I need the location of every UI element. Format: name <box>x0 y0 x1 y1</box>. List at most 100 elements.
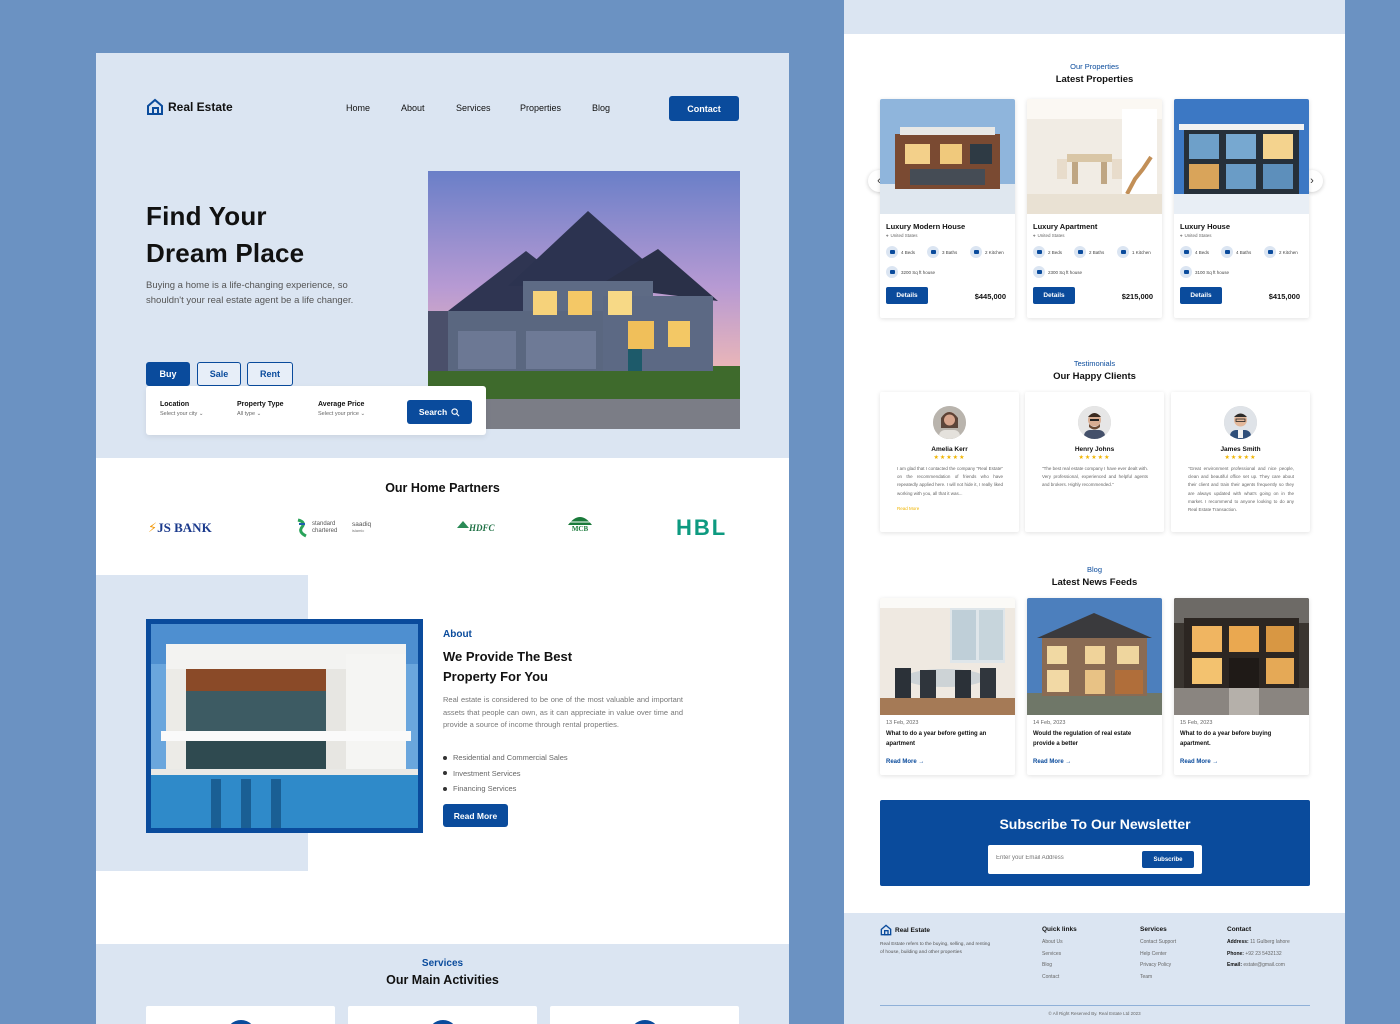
blog-card[interactable]: 14 Feb, 2023 Would the regulation of rea… <box>1027 598 1162 775</box>
bath-icon <box>1074 246 1086 258</box>
footer-brand[interactable]: Real Estate <box>880 924 930 936</box>
blog-date: 13 Feb, 2023 <box>886 720 919 726</box>
property-image <box>1027 99 1162 214</box>
nav-services[interactable]: Services <box>456 103 491 113</box>
blog-card[interactable]: 13 Feb, 2023 What to do a year before ge… <box>880 598 1015 775</box>
search-icon <box>451 407 460 416</box>
service-card[interactable] <box>550 1006 739 1024</box>
property-type-label: Property Type <box>237 401 284 408</box>
kitchen-feature: 2 Kitchen <box>1264 246 1298 258</box>
footer-link[interactable]: About Us <box>1042 939 1077 951</box>
property-card[interactable]: Luxury House ⌖ United States 4 Beds 4 Bat… <box>1174 99 1309 318</box>
blog-title: Would the regulation of real estate prov… <box>1033 731 1132 747</box>
about-read-more-button[interactable]: Read More <box>443 804 508 827</box>
hbl-label: HBL <box>676 515 728 540</box>
phone-value: +92 23 5432132 <box>1245 950 1282 957</box>
location-pin-icon: ⌖ <box>1033 233 1036 238</box>
email-value[interactable]: estate@gmail.com <box>1243 962 1284 968</box>
blog-kicker: Blog <box>1086 565 1102 574</box>
phone-label: Phone: <box>1227 950 1244 957</box>
service-card[interactable] <box>348 1006 537 1024</box>
baths-label: 2 Baths <box>1089 249 1105 255</box>
blog-card[interactable]: 15 Feb, 2023 What to do a year before bu… <box>1174 598 1309 775</box>
details-button[interactable]: Details <box>1033 287 1075 304</box>
blog-title: What to do a year before getting an apar… <box>886 731 987 747</box>
testimonial-text: "Great environment professional and nice… <box>1188 466 1294 513</box>
footer-link[interactable]: Contact <box>1042 974 1077 986</box>
testimonial-text: "The best real estate company I have eve… <box>1042 466 1148 488</box>
footer-link[interactable]: Privacy Policy <box>1140 962 1176 974</box>
blog-date: 15 Feb, 2023 <box>1180 720 1213 726</box>
landing-page-continued: Our Properties Latest Properties ‹ › Lux… <box>844 0 1345 1024</box>
bed-icon <box>1180 246 1192 258</box>
blog-read-more-link[interactable]: Read More → <box>1033 759 1071 765</box>
newsletter-form: Subscribe <box>988 845 1202 874</box>
footer-email: Email: estate@gmail.com <box>1227 962 1290 974</box>
footer-link[interactable]: Services <box>1042 951 1077 963</box>
nav-properties[interactable]: Properties <box>520 103 561 113</box>
blog-title: Latest News Feeds <box>1051 577 1138 588</box>
nav-about[interactable]: About <box>401 103 425 113</box>
tab-sale[interactable]: Sale <box>197 362 241 386</box>
kitchen-label: 2 Kitchen <box>985 249 1004 255</box>
property-card[interactable]: Luxury Apartment ⌖ United States 2 Beds 2… <box>1027 99 1162 318</box>
copyright-icon: © <box>1048 1011 1052 1016</box>
kitchen-feature: 2 Kitchen <box>970 246 1004 258</box>
nav-blog[interactable]: Blog <box>592 103 610 113</box>
blog-read-more-label: Read More <box>1180 759 1211 765</box>
about-text: Real estate is considered to be one of t… <box>443 695 683 729</box>
newsletter-email-input[interactable] <box>996 855 1136 861</box>
blog-read-more-link[interactable]: Read More → <box>886 759 924 765</box>
tab-rent[interactable]: Rent <box>247 362 293 386</box>
area-label: 2300 Sq ft house <box>1048 269 1083 275</box>
average-price-select[interactable]: Average Price Select your price ⌄ <box>318 401 365 417</box>
footer-services-title: Services <box>1140 926 1167 933</box>
subscribe-button[interactable]: Subscribe <box>1142 851 1194 868</box>
bed-icon <box>886 246 898 258</box>
star-rating-icon: ★★★★★ <box>933 455 966 461</box>
nav-home[interactable]: Home <box>346 103 370 113</box>
details-button[interactable]: Details <box>886 287 928 304</box>
tab-buy[interactable]: Buy <box>146 362 190 386</box>
location-label: Location <box>160 401 190 408</box>
property-location-label: United States <box>1184 233 1212 238</box>
search-button-label: Search <box>418 407 448 417</box>
testimonial-read-more-link[interactable]: Read More <box>897 506 919 511</box>
property-price: $215,000 <box>1121 292 1153 301</box>
service-icon <box>630 1020 660 1024</box>
area-label: 3200 Sq ft house <box>901 269 936 275</box>
details-button[interactable]: Details <box>1180 287 1222 304</box>
footer-link[interactable]: Blog <box>1042 962 1077 974</box>
testimonial-text: I am glad that I contacted the company "… <box>897 466 1003 496</box>
contact-button[interactable]: Contact <box>669 96 739 121</box>
footer-link[interactable]: Help Center <box>1140 951 1176 963</box>
service-card[interactable] <box>146 1006 335 1024</box>
property-image <box>1174 99 1309 214</box>
testimonials-kicker: Testimonials <box>1073 359 1116 368</box>
hero-title-line2: Dream Place <box>146 238 305 268</box>
services-kicker: Services <box>421 958 464 969</box>
property-type-select[interactable]: Property Type All type ⌄ <box>237 401 284 417</box>
partner-hbl-logo: HBL <box>676 513 727 543</box>
brand-logo[interactable]: Real Estate <box>146 98 233 116</box>
footer-quick-links: Quick links About Us Services Blog Conta… <box>1042 926 1077 985</box>
kitchen-icon <box>1117 246 1129 258</box>
property-card[interactable]: Luxury Modern House ⌖ United States 4 Bed… <box>880 99 1015 318</box>
footer-contact: Contact Address: 11 Gulberg lahore Phone… <box>1227 926 1290 974</box>
chevron-down-icon: ⌄ <box>360 411 366 417</box>
service-icon <box>226 1020 256 1024</box>
footer-link[interactable]: Team <box>1140 974 1176 986</box>
blog-read-more-link[interactable]: Read More → <box>1180 759 1218 765</box>
star-rating-icon: ★★★★★ <box>1078 455 1111 461</box>
footer-services: Services Contact Support Help Center Pri… <box>1140 926 1176 985</box>
property-location: ⌖ United States <box>1033 233 1065 238</box>
footer-copyright: © All Right Reserved By. Real Estate Ltd… <box>844 1011 1345 1016</box>
hdfc-label: HDFC <box>469 523 495 533</box>
kitchen-label: 2 Kitchen <box>1279 249 1298 255</box>
location-select[interactable]: Location Select your city ⌄ <box>160 401 203 417</box>
kitchen-feature: 1 Kitchen <box>1117 246 1151 258</box>
landing-page-main: Real Estate Home About Services Properti… <box>96 53 789 1024</box>
search-button[interactable]: Search <box>407 400 472 424</box>
footer-link[interactable]: Contact Support <box>1140 939 1176 951</box>
newsletter-section: Subscribe To Our Newsletter Subscribe <box>880 800 1310 886</box>
